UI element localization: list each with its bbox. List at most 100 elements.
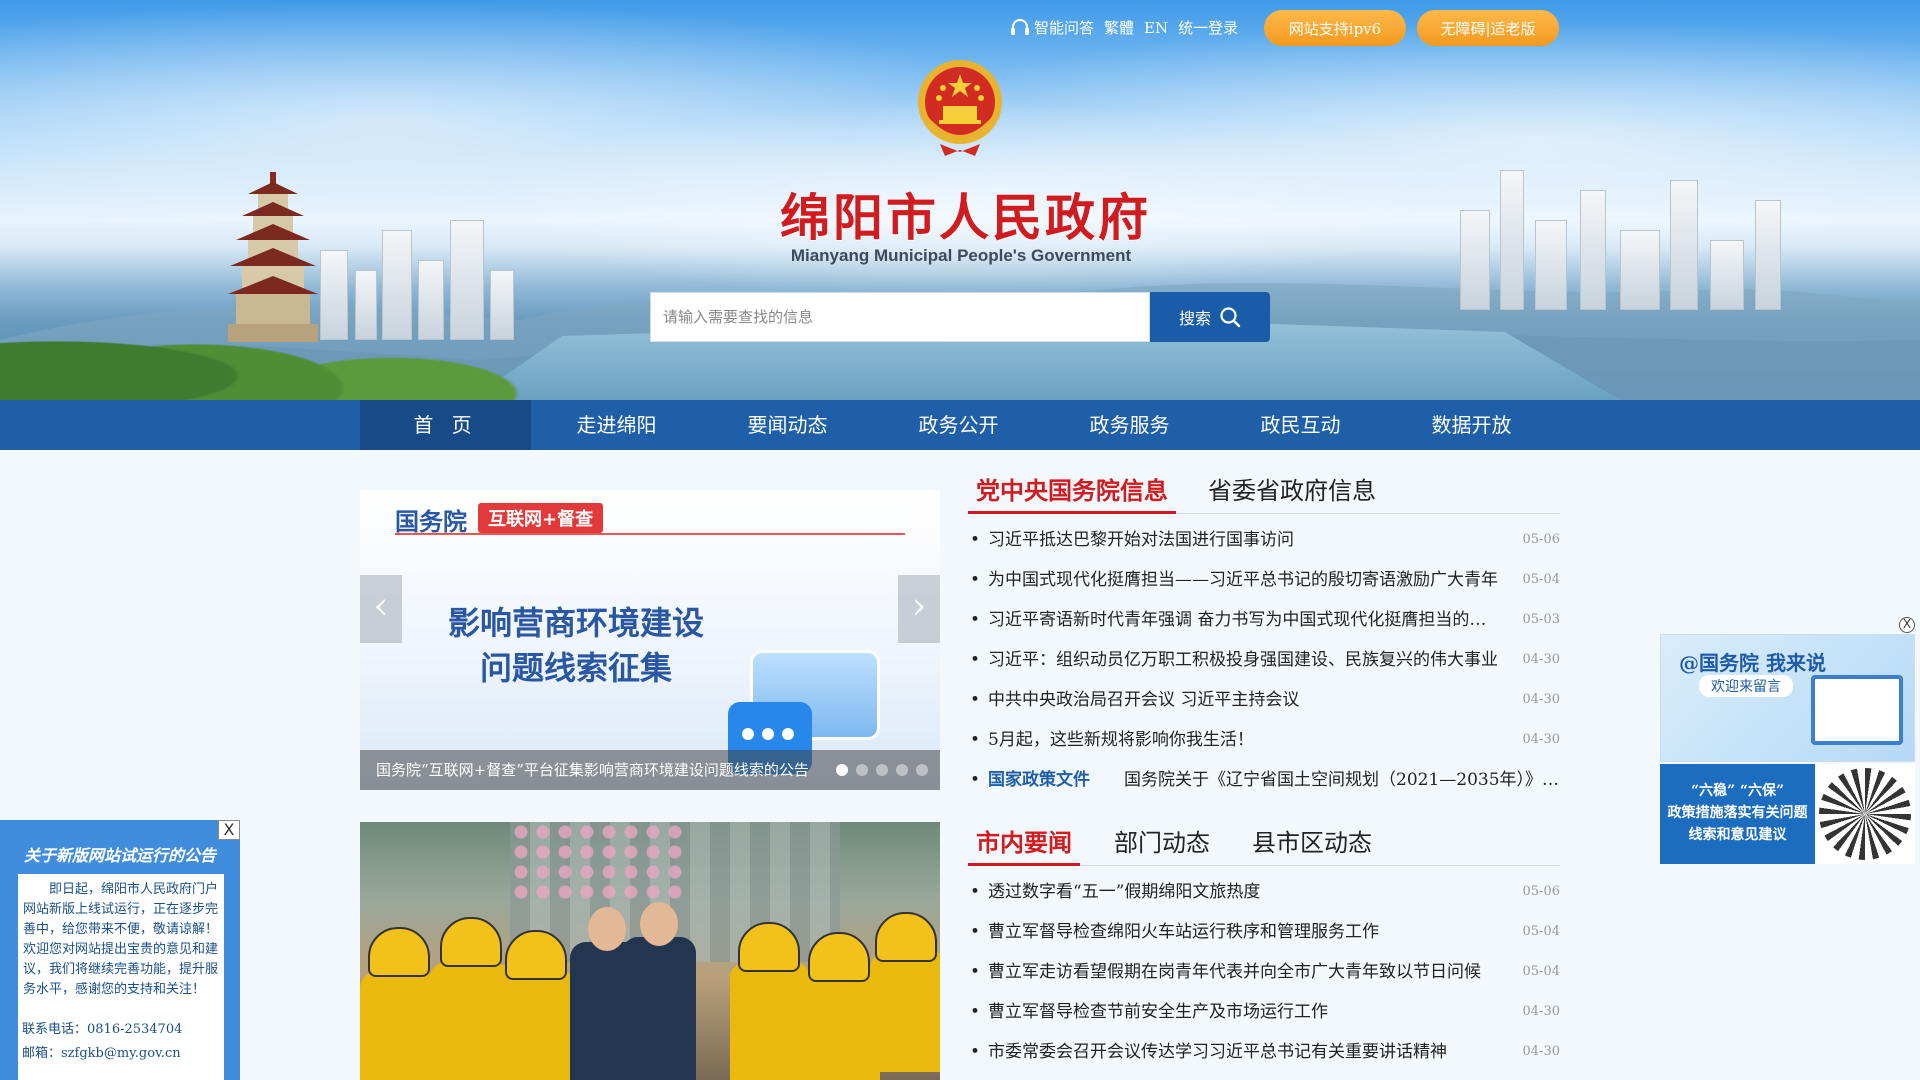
tab-county-news[interactable]: 县市区动态: [1244, 820, 1380, 866]
nav-gov-services[interactable]: 政务服务: [1044, 400, 1215, 450]
site-subtitle: Mianyang Municipal People's Government: [790, 246, 1132, 265]
carousel-dot[interactable]: [896, 764, 908, 776]
english-link[interactable]: EN: [1144, 19, 1168, 37]
ad-subline: 欢迎来留言: [1699, 675, 1793, 697]
news-title[interactable]: 为中国式现代化挺膺担当——习近平总书记的殷切寄语激励广大青年: [988, 560, 1520, 600]
news-title[interactable]: 曹立军走访看望假期在岗青年代表并向全市广大青年致以节日问候: [988, 952, 1520, 992]
news-title[interactable]: 5月起，这些新规将影响你我生活！: [988, 720, 1520, 760]
close-notice-button[interactable]: X: [218, 820, 240, 840]
news-title[interactable]: 习近平：组织动员亿万职工积极投身强国建设、民族复兴的伟大事业: [988, 640, 1520, 680]
smart-qa-label: 智能问答: [1034, 19, 1095, 37]
list-item[interactable]: • 曹立军走访看望假期在岗青年代表并向全市广大青年致以节日问候 05-04: [968, 952, 1560, 992]
headset-icon: [1011, 18, 1029, 35]
carousel-prev-button[interactable]: ‹: [360, 575, 402, 643]
notice-email: 邮箱：szfgkb@my.gov.cn: [22, 1046, 181, 1061]
news-date: 05-04: [1522, 924, 1560, 939]
central-news-list: • 习近平抵达巴黎开始对法国进行国事访问 05-06 • 为中国式现代化挺膺担当…: [968, 520, 1560, 800]
tab-department-news[interactable]: 部门动态: [1106, 820, 1218, 866]
pagoda-illustration: [228, 172, 318, 342]
ipv6-button[interactable]: 网站支持ipv6: [1264, 10, 1406, 46]
carousel-pager: [836, 764, 928, 776]
search-icon: [1220, 307, 1241, 328]
top-links: 智能问答 繁體 EN 统一登录: [1010, 17, 1238, 38]
list-item[interactable]: • 曹立军督导检查节前安全生产及市场运行工作 04-30: [968, 992, 1560, 1032]
nav-interaction[interactable]: 政民互动: [1215, 400, 1386, 450]
ad2-line3: 线索和意见建议: [1688, 827, 1787, 843]
header-banner: 智能问答 繁體 EN 统一登录 网站支持ipv6 无障碍|适老版 绵阳市人民政府…: [0, 0, 1920, 400]
news-title[interactable]: 曹立军督导检查节前安全生产及市场运行工作: [988, 992, 1520, 1032]
carousel-next-button[interactable]: ›: [898, 575, 940, 643]
news-date: 04-30: [1522, 1004, 1560, 1019]
notice-title: 关于新版网站试运行的公告: [23, 846, 216, 865]
news-title[interactable]: 中共中央政治局召开会议 习近平主持会议: [988, 680, 1520, 720]
ad2-line1: “六稳” “六保”: [1690, 783, 1785, 799]
news-date: 04-30: [1522, 732, 1560, 747]
accessibility-button[interactable]: 无障碍|适老版: [1417, 10, 1559, 46]
qr-code-icon[interactable]: [1815, 764, 1915, 864]
policy-label[interactable]: 国家政策文件: [988, 760, 1090, 800]
traditional-chinese-link[interactable]: 繁體: [1104, 17, 1134, 38]
news-date: 05-04: [1522, 964, 1560, 979]
nav-home[interactable]: 首 页: [360, 400, 531, 450]
tab-city-news[interactable]: 市内要闻: [968, 820, 1080, 866]
list-item[interactable]: • 曹立军督导检查绵阳火车站运行秩序和管理服务工作 05-04: [968, 912, 1560, 952]
tab-central-gov[interactable]: 党中央国务院信息: [968, 468, 1176, 514]
search-button[interactable]: 搜索: [1150, 292, 1270, 342]
news-date: 05-06: [1522, 884, 1560, 899]
smart-qa-link[interactable]: 智能问答: [1010, 17, 1094, 38]
nav-gov-affairs-open[interactable]: 政务公开: [873, 400, 1044, 450]
news-title[interactable]: 曹立军督导检查绵阳火车站运行秩序和管理服务工作: [988, 912, 1520, 952]
right-buildings: [1440, 150, 1860, 310]
news-date: 05-06: [1522, 532, 1560, 547]
tab-provincial-gov[interactable]: 省委省政府信息: [1200, 468, 1384, 514]
unified-login-link[interactable]: 统一登录: [1178, 17, 1238, 38]
slide-badge-left: 国务院: [395, 507, 467, 536]
central-news-tabs: 党中央国务院信息 省委省政府信息: [968, 468, 1560, 514]
policy-feedback-banner[interactable]: “六稳” “六保” 政策措施落实有关问题 线索和意见建议: [1660, 764, 1815, 864]
national-emblem-icon: [918, 60, 1002, 156]
slide-headline-1: 影响营商环境建设: [448, 604, 705, 642]
ad2-line2: 政策措施落实有关问题: [1667, 805, 1808, 821]
notice-text: 即日起，绵阳市人民政府门户网站新版上线试运行，正在逐步完善中，给您带来不便，敬请…: [23, 882, 219, 997]
monitor-icon: [1811, 675, 1903, 745]
nav-news[interactable]: 要闻动态: [702, 400, 873, 450]
news-date: 04-30: [1522, 1044, 1560, 1059]
news-date: 05-04: [1522, 572, 1560, 587]
list-item[interactable]: • 透过数字看“五一”假期绵阳文旅热度 05-06: [968, 872, 1560, 912]
news-title[interactable]: 习近平寄语新时代青年强调 奋力书写为中国式现代化挺膺担当的青春篇章: [988, 600, 1520, 640]
notice-phone: 联系电话：0816-2534704: [22, 1022, 183, 1037]
list-item[interactable]: • 习近平寄语新时代青年强调 奋力书写为中国式现代化挺膺担当的青春篇章 05-0…: [968, 600, 1560, 640]
site-title: 绵阳市人民政府: [780, 188, 1151, 247]
notice-popup: X 关于新版网站试运行的公告 即日起，绵阳市人民政府门户网站新版上线试运行，正在…: [0, 820, 240, 1080]
carousel-dot[interactable]: [916, 764, 928, 776]
news-title[interactable]: 透过数字看“五一”假期绵阳文旅热度: [988, 872, 1520, 912]
news-date: 04-30: [1522, 652, 1560, 667]
policy-title[interactable]: 国务院关于《辽宁省国土空间规划（2021—2035年）》的批复: [1124, 760, 1560, 800]
chat-dots-graphic: [742, 728, 794, 740]
policy-row[interactable]: • 国家政策文件 国务院关于《辽宁省国土空间规划（2021—2035年）》的批复: [968, 760, 1560, 800]
search-button-label: 搜索: [1178, 309, 1211, 328]
message-ad-banner[interactable]: @国务院 我来说 欢迎来留言: [1660, 634, 1915, 762]
carousel-dot[interactable]: [836, 764, 848, 776]
list-item[interactable]: • 5月起，这些新规将影响你我生活！ 04-30: [968, 720, 1560, 760]
search-input[interactable]: 请输入需要查找的信息: [650, 292, 1150, 342]
photo-blossom: [510, 822, 690, 902]
list-item[interactable]: • 市委常委会召开会议传达学习习近平总书记有关重要讲话精神 04-30: [968, 1032, 1560, 1072]
list-item[interactable]: • 为中国式现代化挺膺担当——习近平总书记的殷切寄语激励广大青年 05-04: [968, 560, 1560, 600]
nav-about-mianyang[interactable]: 走进绵阳: [531, 400, 702, 450]
carousel-dot[interactable]: [876, 764, 888, 776]
news-photo[interactable]: [360, 822, 940, 1080]
list-item[interactable]: • 中共中央政治局召开会议 习近平主持会议 04-30: [968, 680, 1560, 720]
news-title[interactable]: 市委常委会召开会议传达学习习近平总书记有关重要讲话精神: [988, 1032, 1520, 1072]
nav-open-data[interactable]: 数据开放: [1386, 400, 1557, 450]
carousel[interactable]: 国务院 互联网+督查 影响营商环境建设 问题线索征集 ‹ › 国务院“互联网+督…: [360, 490, 940, 790]
city-news-tabs: 市内要闻 部门动态 县市区动态: [968, 820, 1560, 866]
carousel-dot[interactable]: [856, 764, 868, 776]
news-date: 05-03: [1522, 612, 1560, 627]
slide-headline-2: 问题线索征集: [480, 649, 673, 687]
list-item[interactable]: • 习近平抵达巴黎开始对法国进行国事访问 05-06: [968, 520, 1560, 560]
close-float-button[interactable]: X: [1899, 617, 1915, 633]
news-title[interactable]: 习近平抵达巴黎开始对法国进行国事访问: [988, 520, 1520, 560]
list-item[interactable]: • 习近平：组织动员亿万职工积极投身强国建设、民族复兴的伟大事业 04-30: [968, 640, 1560, 680]
city-news-list: • 透过数字看“五一”假期绵阳文旅热度 05-06 • 曹立军督导检查绵阳火车站…: [968, 872, 1560, 1072]
